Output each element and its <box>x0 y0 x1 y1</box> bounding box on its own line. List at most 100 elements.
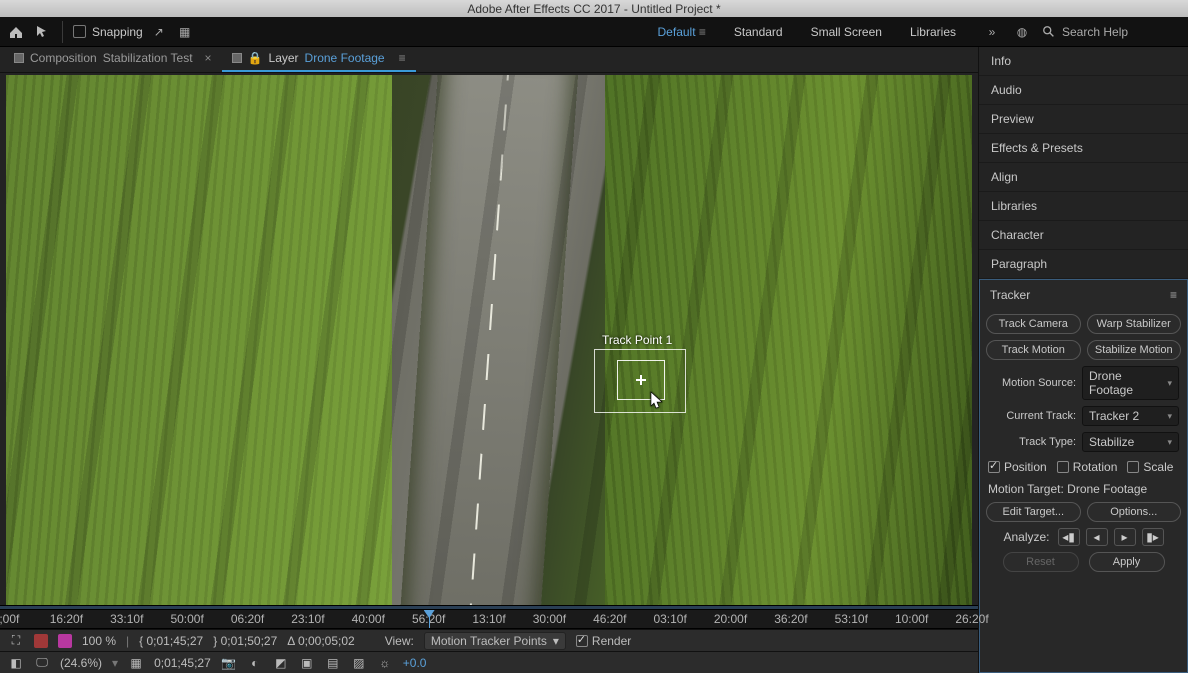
snapping-checkbox[interactable] <box>73 25 86 38</box>
ruler-tick: 53:10f <box>835 612 868 626</box>
options-button[interactable]: Options... <box>1087 502 1182 522</box>
rotation-label: Rotation <box>1073 460 1118 474</box>
search-help[interactable]: Search Help <box>1042 25 1182 39</box>
resolution-value[interactable]: 100 % <box>82 634 116 648</box>
tab-layer[interactable]: 🔒 Layer Drone Footage ≡ <box>222 46 416 72</box>
out-time[interactable]: 0;01;50;27 <box>221 634 278 648</box>
snapping-opts-icon[interactable]: ↗ <box>149 22 169 42</box>
workspace-default[interactable]: Default <box>658 25 706 39</box>
tracker-title: Tracker <box>990 288 1030 302</box>
track-attach-point-icon[interactable] <box>636 375 646 385</box>
tab-layer-prefix: Layer <box>269 51 299 65</box>
panel-audio[interactable]: Audio <box>979 76 1188 105</box>
magenta-swatch-icon[interactable] <box>58 634 72 648</box>
motion-source-select[interactable]: Drone Footage ▾ <box>1082 366 1179 400</box>
layer-icon <box>232 53 242 63</box>
view-mode-select[interactable]: Motion Tracker Points ▾ <box>424 632 566 650</box>
duration-value: Δ 0;00;05;02 <box>287 634 354 648</box>
ruler-tick: 23:10f <box>291 612 324 626</box>
workspace-small-screen[interactable]: Small Screen <box>811 25 882 39</box>
analyze-forward-button[interactable]: ▸ <box>1114 528 1136 546</box>
home-tool-icon[interactable] <box>6 22 26 42</box>
tab-composition[interactable]: Composition Stabilization Test × <box>4 46 222 72</box>
warp-stabilizer-button[interactable]: Warp Stabilizer <box>1087 314 1182 334</box>
panel-preview[interactable]: Preview <box>979 105 1188 134</box>
selection-tool-icon[interactable] <box>32 22 52 42</box>
scale-checkbox[interactable] <box>1127 461 1139 473</box>
guides-icon[interactable]: ▤ <box>325 655 341 671</box>
workspace-libraries[interactable]: Libraries <box>910 25 956 39</box>
apply-button[interactable]: Apply <box>1089 552 1165 572</box>
view-mode-value: Motion Tracker Points <box>431 634 547 648</box>
transparency-icon[interactable]: ▨ <box>351 655 367 671</box>
position-checkbox[interactable] <box>988 461 1000 473</box>
person-icon[interactable]: ⛶ <box>8 633 24 649</box>
scale-toggle[interactable]: Scale <box>1127 460 1173 474</box>
viewer-tabs: Composition Stabilization Test × 🔒 Layer… <box>0 47 978 73</box>
panel-character[interactable]: Character <box>979 221 1188 250</box>
analyze-backward-button[interactable]: ◂ <box>1086 528 1108 546</box>
zoom-value[interactable]: (24.6%) <box>60 656 102 670</box>
sync-settings-icon[interactable]: ◍ <box>1012 22 1032 42</box>
monitor-icon[interactable]: 🖵 <box>34 655 50 671</box>
ruler-tick: 20:00f <box>714 612 747 626</box>
exposure-icon[interactable]: ☼ <box>377 655 393 671</box>
ruler-tick: 16:20f <box>50 612 83 626</box>
tracker-menu-icon[interactable]: ≡ <box>1170 288 1177 302</box>
snapping-grid-icon[interactable]: ▦ <box>175 22 195 42</box>
track-search-region[interactable] <box>594 349 686 413</box>
snapshot-icon[interactable]: 📷 <box>221 655 237 671</box>
overflow-icon[interactable]: » <box>982 22 1002 42</box>
mask-icon[interactable]: ◩ <box>273 655 289 671</box>
chevron-down-icon: ▾ <box>1167 411 1172 422</box>
side-panels: Info Audio Preview Effects & Presets Ali… <box>978 47 1188 673</box>
grid-icon[interactable]: ▦ <box>128 655 144 671</box>
panel-paragraph[interactable]: Paragraph <box>979 250 1188 279</box>
region-icon[interactable]: ▣ <box>299 655 315 671</box>
render-checkbox[interactable] <box>576 635 588 647</box>
render-toggle[interactable]: Render <box>576 634 631 648</box>
panel-effects-presets[interactable]: Effects & Presets <box>979 134 1188 163</box>
layer-viewer[interactable]: Track Point 1 <box>6 75 972 605</box>
alpha-icon[interactable]: ◧ <box>8 655 24 671</box>
time-ruler[interactable]: 0;00f16:20f33:10f50:00f06:20f23:10f40:00… <box>0 609 978 629</box>
panel-info[interactable]: Info <box>979 47 1188 76</box>
motion-target-row: Motion Target: Drone Footage <box>986 482 1181 496</box>
snapping-toggle[interactable]: Snapping ↗ ▦ <box>73 22 195 42</box>
current-track-select[interactable]: Tracker 2 ▾ <box>1082 406 1179 426</box>
motion-source-label: Motion Source: <box>988 377 1076 389</box>
red-swatch-icon[interactable] <box>34 634 48 648</box>
stabilize-motion-button[interactable]: Stabilize Motion <box>1087 340 1182 360</box>
panel-align[interactable]: Align <box>979 163 1188 192</box>
in-time[interactable]: 0;01;45;27 <box>147 634 204 648</box>
edit-target-button[interactable]: Edit Target... <box>986 502 1081 522</box>
ruler-tick: 33:10f <box>110 612 143 626</box>
current-time-indicator[interactable] <box>429 610 430 628</box>
ruler-tick: 26:20f <box>955 612 988 626</box>
chevron-down-icon: ▾ <box>1167 437 1172 448</box>
current-time[interactable]: 0;01;45;27 <box>154 656 211 670</box>
analyze-step-back-button[interactable]: ◂▮ <box>1058 528 1080 546</box>
track-point[interactable]: Track Point 1 <box>594 333 686 413</box>
rotation-checkbox[interactable] <box>1057 461 1069 473</box>
position-toggle[interactable]: Position <box>988 460 1047 474</box>
panel-libraries[interactable]: Libraries <box>979 192 1188 221</box>
channels-icon[interactable]: ◐ <box>247 655 263 671</box>
track-type-select[interactable]: Stabilize ▾ <box>1082 432 1179 452</box>
motion-target-value: Drone Footage <box>1067 482 1147 496</box>
analyze-step-forward-button[interactable]: ▮▸ <box>1142 528 1164 546</box>
panel-tracker: Tracker ≡ Track Camera Warp Stabilizer T… <box>979 279 1188 673</box>
toolbar-divider <box>62 21 63 43</box>
exposure-value[interactable]: +0.0 <box>403 656 427 670</box>
status-footer: ◧ 🖵 (24.6%) ▾ ▦ 0;01;45;27 📷 ◐ ◩ ▣ ▤ ▨ ☼… <box>0 651 978 673</box>
tab-composition-prefix: Composition <box>30 51 97 65</box>
viewer-footer: ⛶ 100 % | { 0;01;45;27 } 0;01;50;27 Δ 0;… <box>0 629 978 651</box>
search-icon <box>1042 25 1056 39</box>
tab-close-icon[interactable]: × <box>205 51 212 65</box>
rotation-toggle[interactable]: Rotation <box>1057 460 1118 474</box>
workspace-standard[interactable]: Standard <box>734 25 783 39</box>
current-track-value: Tracker 2 <box>1089 409 1139 423</box>
track-camera-button[interactable]: Track Camera <box>986 314 1081 334</box>
track-motion-button[interactable]: Track Motion <box>986 340 1081 360</box>
tab-menu-icon[interactable]: ≡ <box>399 51 406 65</box>
